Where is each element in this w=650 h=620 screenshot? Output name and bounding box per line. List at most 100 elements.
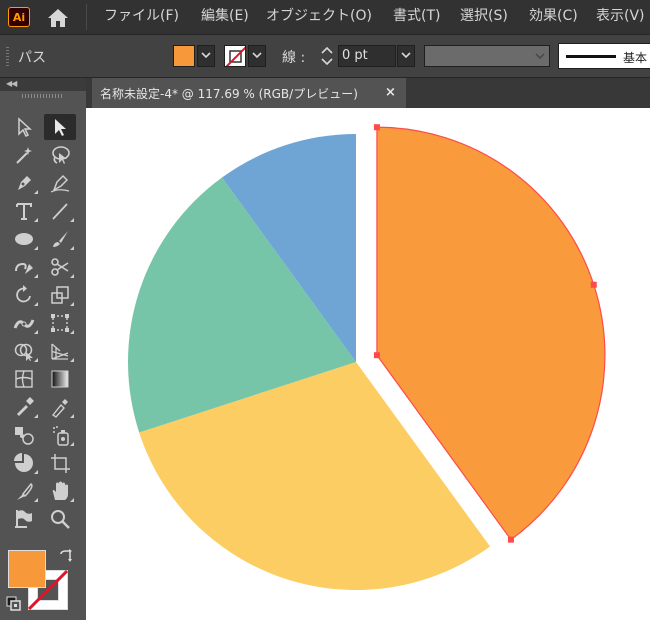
width-tool[interactable] bbox=[8, 310, 40, 336]
more-tools-indicator bbox=[34, 498, 38, 502]
stroke-weight-label: 線 : bbox=[282, 50, 306, 66]
symbol-sprayer-tool[interactable] bbox=[44, 422, 76, 448]
menu-type[interactable]: 書式(T) bbox=[393, 7, 440, 25]
more-tools-indicator bbox=[34, 274, 38, 278]
line-icon bbox=[52, 203, 68, 220]
magnifier-icon bbox=[51, 510, 70, 529]
fill-color-box[interactable] bbox=[8, 550, 46, 588]
document-tab[interactable]: 名称未設定-4* @ 117.69 % (RGB/プレビュー) × bbox=[92, 78, 406, 108]
selection-tool[interactable] bbox=[8, 114, 40, 140]
chevron-down-icon bbox=[252, 52, 262, 59]
swap-fill-stroke-icon[interactable] bbox=[58, 548, 74, 564]
more-tools-indicator bbox=[70, 246, 74, 250]
direct-selection-tool[interactable] bbox=[44, 114, 76, 140]
paintbrush-tool[interactable] bbox=[44, 226, 76, 252]
type-t-icon bbox=[16, 203, 32, 220]
shape-builder-tool[interactable] bbox=[8, 338, 40, 364]
menu-separator bbox=[86, 4, 87, 30]
menu-effect[interactable]: 効果(C) bbox=[529, 7, 578, 25]
slice-tool[interactable] bbox=[8, 478, 40, 504]
ellipse-tool[interactable] bbox=[8, 226, 40, 252]
menu-view[interactable]: 表示(V) bbox=[596, 7, 645, 25]
scissors-icon bbox=[51, 258, 69, 276]
direct-selection-arrow-icon bbox=[55, 119, 66, 136]
artboard-canvas[interactable] bbox=[86, 108, 650, 620]
measure-icon bbox=[51, 399, 68, 418]
shape-builder-icon bbox=[14, 343, 33, 361]
pen-tool[interactable] bbox=[8, 170, 40, 196]
more-tools-indicator bbox=[34, 218, 38, 222]
fill-color-swatch[interactable] bbox=[173, 45, 195, 67]
shaper-tool[interactable] bbox=[8, 254, 40, 280]
zoom-tool[interactable] bbox=[44, 506, 76, 532]
default-fill-stroke-icon[interactable] bbox=[6, 596, 22, 612]
more-tools-indicator bbox=[34, 302, 38, 306]
more-tools-indicator bbox=[34, 330, 38, 334]
more-tools-indicator bbox=[70, 330, 74, 334]
line-segment-tool[interactable] bbox=[44, 198, 76, 224]
collapse-icon[interactable]: ◀◀ bbox=[6, 79, 17, 88]
home-icon[interactable] bbox=[44, 7, 72, 29]
shaper-icon bbox=[15, 262, 33, 274]
flag-tool[interactable] bbox=[8, 506, 40, 532]
chevron-down-icon bbox=[401, 52, 411, 59]
menu-select[interactable]: 選択(S) bbox=[460, 7, 508, 25]
more-tools-indicator bbox=[70, 414, 74, 418]
more-tools-indicator bbox=[70, 302, 74, 306]
stroke-weight-stepper[interactable] bbox=[318, 45, 336, 67]
magic-wand-tool[interactable] bbox=[8, 142, 40, 168]
more-tools-indicator bbox=[70, 442, 74, 446]
knife-icon bbox=[17, 482, 33, 500]
anchor-point-bottom[interactable] bbox=[507, 536, 514, 543]
perspective-grid-tool[interactable] bbox=[44, 338, 76, 364]
stroke-weight-dropdown[interactable] bbox=[397, 45, 415, 67]
eyedropper-tool[interactable] bbox=[8, 394, 40, 420]
stroke-weight-input[interactable]: 0 pt bbox=[338, 45, 396, 67]
hand-tool[interactable] bbox=[44, 478, 76, 504]
gradient-icon bbox=[51, 370, 69, 388]
control-bar-grip[interactable] bbox=[6, 47, 9, 67]
type-tool[interactable] bbox=[8, 198, 40, 224]
artboard-icon bbox=[51, 454, 70, 473]
ellipse-icon bbox=[15, 233, 33, 245]
brush-name-label: 基本 bbox=[623, 51, 648, 65]
stroke-dropdown-button[interactable] bbox=[248, 45, 266, 67]
close-tab-button[interactable]: × bbox=[385, 85, 396, 100]
fill-dropdown-button[interactable] bbox=[197, 45, 215, 67]
perspective-grid-icon bbox=[51, 343, 69, 360]
more-tools-indicator bbox=[70, 274, 74, 278]
pie-artwork[interactable] bbox=[86, 108, 650, 620]
variable-width-profile-dropdown[interactable] bbox=[424, 45, 550, 67]
anchor-point-center[interactable] bbox=[373, 352, 380, 359]
mesh-tool[interactable] bbox=[8, 366, 40, 392]
more-tools-indicator bbox=[34, 358, 38, 362]
rotate-icon bbox=[16, 285, 31, 303]
pie-graph-icon bbox=[14, 453, 33, 472]
more-tools-indicator bbox=[70, 358, 74, 362]
blend-icon bbox=[15, 427, 34, 445]
more-tools-indicator bbox=[34, 470, 38, 474]
menu-object[interactable]: オブジェクト(O) bbox=[266, 7, 372, 25]
more-tools-indicator bbox=[34, 414, 38, 418]
tools-panel-grip[interactable] bbox=[22, 94, 64, 98]
tools-panel-header[interactable]: ◀◀ bbox=[0, 78, 86, 91]
menu-edit[interactable]: 編集(E) bbox=[201, 7, 249, 25]
magic-wand-icon bbox=[16, 147, 32, 164]
anchor-point-top[interactable] bbox=[373, 124, 380, 131]
scissors-tool[interactable] bbox=[44, 254, 76, 280]
rotate-tool[interactable] bbox=[8, 282, 40, 308]
blend-tool[interactable] bbox=[8, 422, 40, 448]
menu-file[interactable]: ファイル(F) bbox=[104, 7, 179, 25]
stroke-color-swatch[interactable] bbox=[224, 45, 246, 67]
document-tab-bar: 名称未設定-4* @ 117.69 % (RGB/プレビュー) × bbox=[86, 78, 650, 108]
free-transform-tool[interactable] bbox=[44, 310, 76, 336]
gradient-tool[interactable] bbox=[44, 366, 76, 392]
brush-definition-dropdown[interactable]: 基本 bbox=[558, 43, 650, 69]
scale-tool[interactable] bbox=[44, 282, 76, 308]
measure-tool[interactable] bbox=[44, 394, 76, 420]
artboard-tool[interactable] bbox=[44, 450, 76, 476]
column-graph-tool[interactable] bbox=[8, 450, 40, 476]
lasso-tool[interactable] bbox=[44, 142, 76, 168]
anchor-point-right[interactable] bbox=[590, 281, 597, 288]
curvature-tool[interactable] bbox=[44, 170, 76, 196]
